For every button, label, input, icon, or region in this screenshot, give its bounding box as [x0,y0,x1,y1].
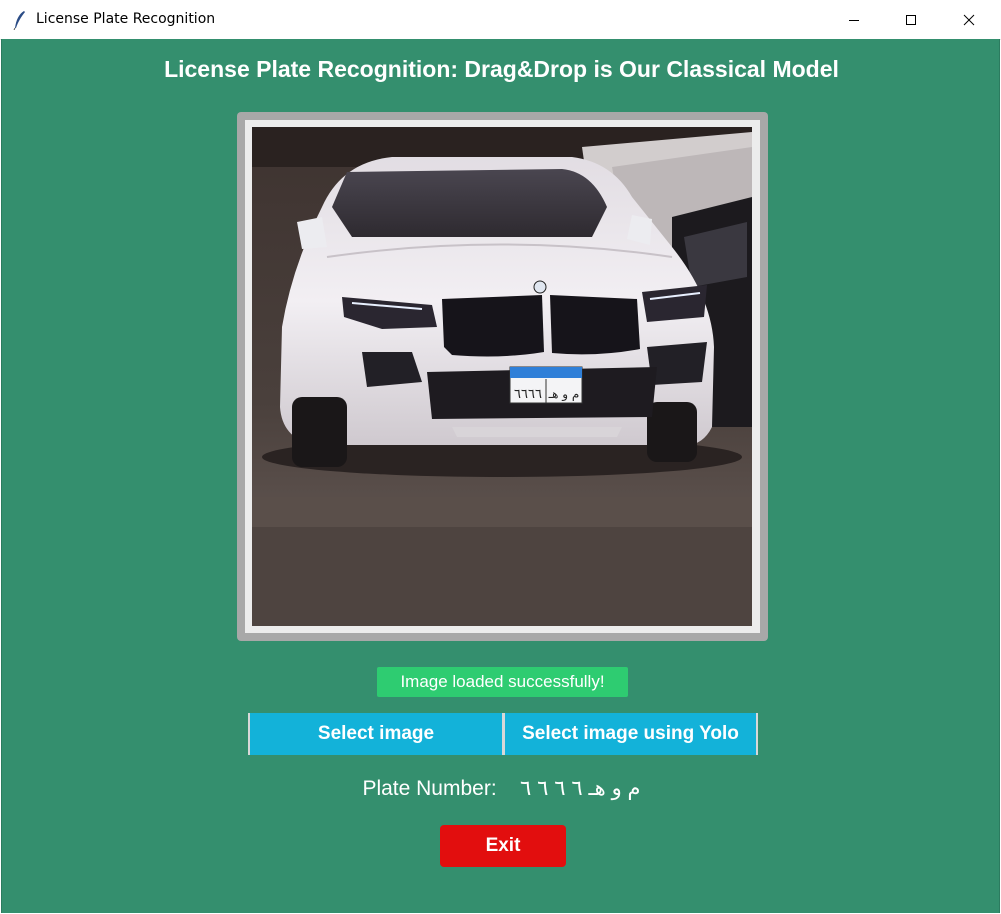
plate-number-value: م و هـ ٦ ٦ ٦ ٦ [520,777,641,800]
close-button[interactable] [946,0,992,39]
maximize-button[interactable] [888,0,934,39]
window-title: License Plate Recognition [36,11,216,27]
app-window: License Plate Recognition: Drag&Drop is … [1,39,1000,913]
plate-number-row: Plate Number: م و هـ ٦ ٦ ٦ ٦ [2,776,1001,801]
feather-icon [13,10,27,31]
close-icon [963,14,975,25]
minimize-button[interactable] [831,0,877,39]
svg-text:م و هـ: م و هـ [548,387,580,402]
image-frame: ٦٦٦٦ م و هـ [237,112,768,641]
status-message: Image loaded successfully! [377,667,628,697]
select-image-button[interactable]: Select image [248,713,502,755]
maximize-icon [906,14,916,25]
svg-text:٦٦٦٦: ٦٦٦٦ [514,387,542,402]
page-title: License Plate Recognition: Drag&Drop is … [164,56,839,82]
plate-number-label: Plate Number: [362,777,497,800]
title-bar: License Plate Recognition [0,0,1001,40]
exit-button[interactable]: Exit [440,825,566,867]
car-image: ٦٦٦٦ م و هـ [252,127,752,626]
select-image-yolo-button[interactable]: Select image using Yolo [502,713,758,755]
minimize-icon [849,19,859,21]
image-frame-inner: ٦٦٦٦ م و هـ [245,120,760,633]
